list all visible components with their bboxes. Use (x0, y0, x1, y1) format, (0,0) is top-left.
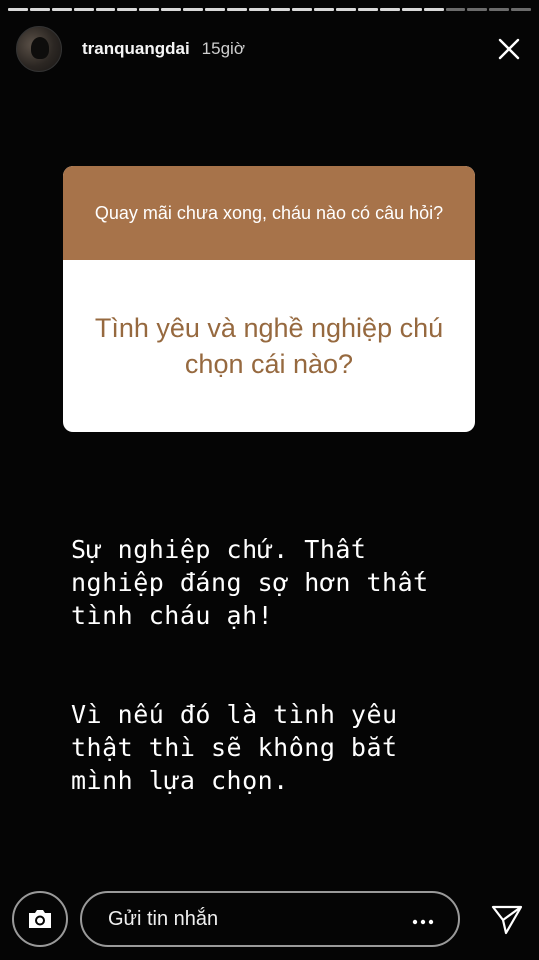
story-progress-bar (8, 8, 531, 11)
progress-segment (204, 8, 225, 11)
progress-segment (226, 8, 247, 11)
progress-segment (314, 8, 335, 11)
username[interactable]: tranquangdai (82, 39, 190, 59)
progress-segment (489, 8, 510, 11)
progress-segment (8, 8, 28, 11)
story-header: tranquangdai 15giờ (16, 24, 527, 74)
progress-segment (336, 8, 356, 11)
progress-segment (423, 8, 444, 11)
progress-segment (117, 8, 138, 11)
progress-segment (51, 8, 72, 11)
progress-segment (445, 8, 466, 11)
progress-segment (161, 8, 181, 11)
camera-icon (29, 910, 51, 928)
progress-segment (139, 8, 160, 11)
send-button[interactable] (487, 899, 527, 939)
progress-segment (511, 8, 531, 11)
progress-segment (358, 8, 378, 11)
story-time: 15giờ (201, 39, 245, 58)
answer-text: Sự nghiệp chứ. Thất nghiệp đáng sợ hơn t… (71, 500, 491, 863)
progress-segment (292, 8, 313, 11)
close-icon (498, 38, 520, 60)
camera-button[interactable] (12, 891, 68, 947)
progress-segment (270, 8, 291, 11)
avatar[interactable] (16, 26, 62, 72)
progress-segment (73, 8, 94, 11)
question-prompt: Quay mãi chưa xong, cháu nào có câu hỏi? (63, 166, 475, 260)
progress-segment (401, 8, 422, 11)
reply-bar: Gửi tin nhắn (12, 889, 527, 949)
progress-segment (467, 8, 488, 11)
progress-segment (379, 8, 400, 11)
answer-paragraph-1: Sự nghiệp chứ. Thất nghiệp đáng sợ hơn t… (71, 535, 429, 630)
send-icon (491, 905, 523, 935)
close-button[interactable] (491, 31, 527, 67)
progress-segment (29, 8, 50, 11)
question-text: Tình yêu và nghề nghiệp chú chọn cái nào… (94, 313, 444, 379)
more-icon (412, 919, 434, 924)
message-input[interactable]: Gửi tin nhắn (80, 891, 460, 947)
progress-segment (183, 8, 203, 11)
more-button[interactable] (412, 908, 434, 931)
question-sticker: Quay mãi chưa xong, cháu nào có câu hỏi?… (63, 166, 475, 432)
progress-segment (95, 8, 116, 11)
message-placeholder: Gửi tin nhắn (108, 907, 219, 930)
progress-segment (248, 8, 269, 11)
answer-paragraph-2: Vì nếu đó là tình yêu thật thì sẽ không … (71, 700, 398, 795)
